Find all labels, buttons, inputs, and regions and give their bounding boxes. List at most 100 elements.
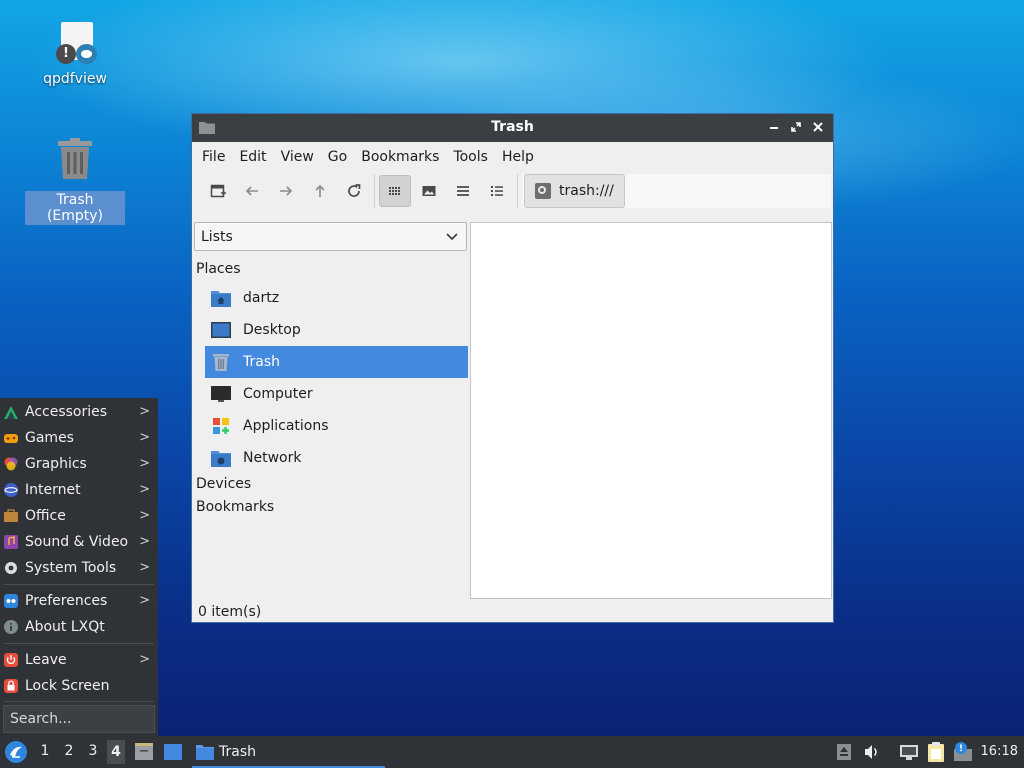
window-titlebar[interactable]: Trash bbox=[192, 114, 833, 142]
chevron-right-icon: > bbox=[139, 430, 150, 445]
desktop-switch-1[interactable]: 1 bbox=[36, 743, 54, 759]
compact-view-button[interactable] bbox=[447, 175, 479, 207]
menu-view[interactable]: View bbox=[274, 142, 321, 172]
refresh-icon bbox=[348, 184, 361, 197]
status-bar: 0 item(s) bbox=[198, 604, 262, 620]
preferences-icon bbox=[4, 594, 18, 608]
menu-graphics[interactable]: Graphics > bbox=[0, 451, 158, 477]
menu-lock-screen[interactable]: Lock Screen bbox=[0, 673, 158, 699]
place-dartz[interactable]: dartz bbox=[205, 282, 468, 314]
compact-view-icon bbox=[457, 186, 469, 196]
menu-file[interactable]: File bbox=[195, 142, 232, 172]
refresh-button[interactable] bbox=[338, 175, 370, 207]
side-pane: Lists Places dartz Desktop Trash Compute… bbox=[194, 222, 468, 600]
toolbar-separator bbox=[374, 174, 375, 208]
menu-about-lxqt[interactable]: About LXQt bbox=[0, 614, 158, 640]
place-applications[interactable]: Applications bbox=[205, 410, 468, 442]
section-places[interactable]: Places bbox=[196, 261, 241, 277]
lxqt-start-icon[interactable] bbox=[4, 740, 28, 764]
menu-label: About LXQt bbox=[25, 619, 105, 635]
qpdfview-icon: ! bbox=[53, 20, 97, 66]
section-devices[interactable]: Devices bbox=[196, 476, 251, 492]
desktop-switch-4[interactable]: 4 bbox=[107, 740, 125, 764]
network-status-icon[interactable] bbox=[899, 744, 919, 762]
path-button-trash[interactable]: trash:/// bbox=[524, 174, 625, 208]
toolbar-separator bbox=[517, 174, 518, 208]
chevron-right-icon: > bbox=[139, 508, 150, 523]
minimize-button[interactable] bbox=[765, 118, 783, 136]
thumbnail-view-icon bbox=[422, 186, 436, 196]
show-desktop-icon[interactable] bbox=[163, 743, 183, 761]
new-tab-button[interactable] bbox=[202, 175, 234, 207]
system-tools-icon bbox=[5, 562, 17, 574]
toolbar: trash:/// bbox=[192, 172, 831, 210]
maximize-button[interactable] bbox=[787, 118, 805, 136]
clock[interactable]: 16:18 bbox=[981, 744, 1018, 759]
up-button[interactable] bbox=[304, 175, 336, 207]
application-menu: Accessories > Games > Graphics > Interne… bbox=[0, 398, 158, 736]
computer-icon bbox=[210, 383, 232, 405]
menu-edit[interactable]: Edit bbox=[232, 142, 273, 172]
place-desktop[interactable]: Desktop bbox=[205, 314, 468, 346]
menu-label: System Tools bbox=[25, 560, 117, 576]
menu-internet[interactable]: Internet > bbox=[0, 477, 158, 503]
clipboard-icon[interactable] bbox=[926, 741, 946, 763]
menu-bar: File Edit View Go Bookmarks Tools Help bbox=[192, 142, 833, 172]
leave-icon bbox=[4, 653, 18, 667]
desktop-switch-3[interactable]: 3 bbox=[84, 743, 102, 759]
menu-go[interactable]: Go bbox=[321, 142, 354, 172]
section-bookmarks[interactable]: Bookmarks bbox=[196, 499, 274, 515]
menu-tools[interactable]: Tools bbox=[446, 142, 495, 172]
back-button[interactable] bbox=[236, 175, 268, 207]
update-notifier-icon[interactable] bbox=[952, 741, 974, 763]
chevron-right-icon: > bbox=[139, 593, 150, 608]
about-icon bbox=[4, 620, 18, 634]
side-pane-mode-select[interactable]: Lists bbox=[194, 222, 467, 251]
volume-icon[interactable] bbox=[863, 744, 881, 760]
games-icon bbox=[4, 434, 18, 443]
file-manager-launcher-icon[interactable] bbox=[134, 742, 154, 762]
path-label: trash:/// bbox=[559, 183, 614, 199]
menu-accessories[interactable]: Accessories > bbox=[0, 399, 158, 425]
place-label: dartz bbox=[243, 290, 280, 306]
desktop-icon-label: qpdfview bbox=[43, 71, 107, 87]
menu-bookmarks[interactable]: Bookmarks bbox=[354, 142, 446, 172]
desktop-switch-2[interactable]: 2 bbox=[60, 743, 78, 759]
place-label: Network bbox=[243, 450, 302, 466]
path-bar: trash:/// bbox=[522, 174, 831, 208]
icon-view-button[interactable] bbox=[379, 175, 411, 207]
trash-icon bbox=[58, 138, 92, 179]
desktop-icon-qpdfview[interactable]: ! qpdfview bbox=[25, 20, 125, 88]
place-label: Applications bbox=[243, 418, 329, 434]
menu-label: Lock Screen bbox=[25, 678, 110, 694]
menu-office[interactable]: Office > bbox=[0, 503, 158, 529]
menu-sound-video[interactable]: Sound & Video > bbox=[0, 529, 158, 555]
desktop-icon-trash[interactable]: Trash (Empty) bbox=[25, 137, 125, 225]
menu-help[interactable]: Help bbox=[495, 142, 541, 172]
detailed-list-button[interactable] bbox=[481, 175, 513, 207]
menu-leave[interactable]: Leave > bbox=[0, 647, 158, 673]
chevron-right-icon: > bbox=[139, 482, 150, 497]
task-button-trash[interactable]: Trash bbox=[192, 738, 385, 768]
menu-games[interactable]: Games > bbox=[0, 425, 158, 451]
place-trash[interactable]: Trash bbox=[205, 346, 468, 378]
close-button[interactable] bbox=[809, 118, 827, 136]
file-view[interactable] bbox=[470, 222, 832, 599]
place-computer[interactable]: Computer bbox=[205, 378, 468, 410]
forward-button[interactable] bbox=[270, 175, 302, 207]
chevron-right-icon: > bbox=[139, 456, 150, 471]
chevron-right-icon: > bbox=[139, 534, 150, 549]
removable-media-icon[interactable] bbox=[836, 743, 852, 761]
place-network[interactable]: Network bbox=[205, 442, 468, 474]
menu-label: Sound & Video bbox=[25, 534, 129, 550]
menu-system-tools[interactable]: System Tools > bbox=[0, 555, 158, 581]
menu-label: Internet bbox=[25, 482, 81, 498]
menu-preferences[interactable]: Preferences > bbox=[0, 588, 158, 614]
menu-search-input[interactable]: Search... bbox=[3, 705, 155, 733]
up-arrow-icon bbox=[315, 184, 325, 197]
thumbnail-view-button[interactable] bbox=[413, 175, 445, 207]
accessories-icon bbox=[4, 406, 18, 419]
close-icon bbox=[813, 122, 823, 132]
chevron-right-icon: > bbox=[139, 404, 150, 419]
chevron-right-icon: > bbox=[139, 560, 150, 575]
